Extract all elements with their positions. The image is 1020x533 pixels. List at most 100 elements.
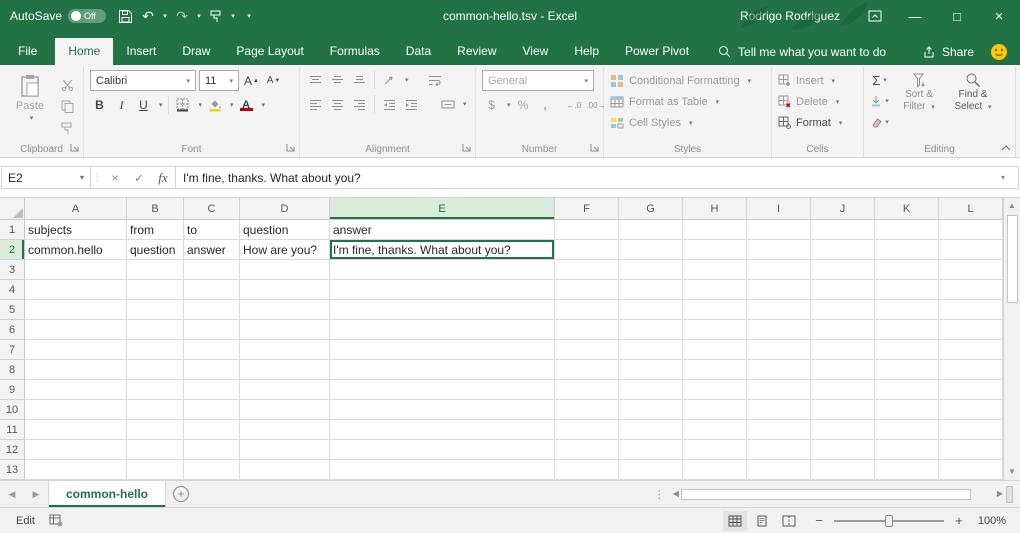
row-header-1[interactable]: 1	[0, 220, 25, 240]
horizontal-scrollbar-track[interactable]	[679, 488, 997, 501]
cell-J9[interactable]	[811, 380, 875, 400]
cell-K12[interactable]	[875, 440, 939, 460]
cell-H8[interactable]	[683, 360, 747, 380]
align-center-button[interactable]	[328, 94, 347, 114]
tab-power-pivot[interactable]: Power Pivot	[612, 38, 702, 65]
cell-J12[interactable]	[811, 440, 875, 460]
macro-record-button[interactable]	[49, 514, 63, 527]
cell-D12[interactable]	[240, 440, 330, 460]
cell-E3[interactable]	[330, 260, 555, 280]
column-header-I[interactable]: I	[747, 198, 811, 220]
delete-cells-button[interactable]: Delete ▾	[778, 91, 857, 112]
cell-G8[interactable]	[619, 360, 683, 380]
column-header-A[interactable]: A	[25, 198, 127, 220]
collapse-ribbon-button[interactable]	[1000, 144, 1012, 152]
cell-I2[interactable]	[747, 240, 811, 260]
cell-L10[interactable]	[939, 400, 1003, 420]
cell-L13[interactable]	[939, 460, 1003, 480]
cell-A13[interactable]	[25, 460, 127, 480]
tab-insert[interactable]: Insert	[113, 38, 169, 65]
sheet-nav-next-button[interactable]: ▶	[24, 489, 48, 500]
cell-C11[interactable]	[184, 420, 240, 440]
accounting-format-dropdown[interactable]: ▾	[507, 101, 511, 109]
horizontal-split-handle[interactable]	[1006, 486, 1013, 503]
find-select-button[interactable]: Find & Select ▾	[949, 70, 997, 132]
cell-J3[interactable]	[811, 260, 875, 280]
cell-J10[interactable]	[811, 400, 875, 420]
zoom-level-button[interactable]: 100%	[974, 515, 1006, 527]
share-button[interactable]: Share	[922, 45, 974, 59]
cell-K7[interactable]	[875, 340, 939, 360]
row-header-10[interactable]: 10	[0, 400, 25, 420]
underline-dropdown[interactable]: ▾	[159, 101, 163, 109]
user-name[interactable]: Rodrigo Rodriguez	[740, 9, 840, 23]
font-name-select[interactable]: Calibri ▾	[90, 70, 196, 91]
cell-F3[interactable]	[555, 260, 619, 280]
column-header-H[interactable]: H	[683, 198, 747, 220]
cell-K8[interactable]	[875, 360, 939, 380]
cell-C13[interactable]	[184, 460, 240, 480]
cell-I10[interactable]	[747, 400, 811, 420]
cell-C1[interactable]: to	[184, 220, 240, 240]
cell-C7[interactable]	[184, 340, 240, 360]
column-header-E[interactable]: E	[330, 198, 555, 220]
cell-L12[interactable]	[939, 440, 1003, 460]
cell-L4[interactable]	[939, 280, 1003, 300]
cell-G3[interactable]	[619, 260, 683, 280]
cell-E11[interactable]	[330, 420, 555, 440]
row-header-4[interactable]: 4	[0, 280, 25, 300]
cell-E8[interactable]	[330, 360, 555, 380]
cell-K10[interactable]	[875, 400, 939, 420]
cell-H1[interactable]	[683, 220, 747, 240]
cell-K13[interactable]	[875, 460, 939, 480]
formula-input[interactable]: I'm fine, thanks. What about you? ▾	[175, 166, 1019, 189]
font-size-select[interactable]: 11 ▾	[199, 70, 239, 91]
cell-E10[interactable]	[330, 400, 555, 420]
cell-F5[interactable]	[555, 300, 619, 320]
align-middle-button[interactable]	[328, 70, 347, 90]
horizontal-scrollbar-thumb[interactable]	[681, 489, 971, 500]
cell-C8[interactable]	[184, 360, 240, 380]
cell-J5[interactable]	[811, 300, 875, 320]
align-right-button[interactable]	[350, 94, 369, 114]
cell-G2[interactable]	[619, 240, 683, 260]
cell-I8[interactable]	[747, 360, 811, 380]
cell-F1[interactable]	[555, 220, 619, 240]
clear-button[interactable]: ▾	[870, 112, 889, 132]
insert-function-button[interactable]: fx	[151, 166, 175, 189]
cell-B12[interactable]	[127, 440, 184, 460]
cell-L6[interactable]	[939, 320, 1003, 340]
cell-J4[interactable]	[811, 280, 875, 300]
cell-G9[interactable]	[619, 380, 683, 400]
cell-H7[interactable]	[683, 340, 747, 360]
autosave-toggle[interactable]: AutoSave Off	[10, 9, 106, 23]
increase-font-size-button[interactable]: A▲	[242, 71, 261, 91]
scroll-up-arrow[interactable]: ▲	[1008, 201, 1016, 211]
cell-F12[interactable]	[555, 440, 619, 460]
cell-A9[interactable]	[25, 380, 127, 400]
cell-E1[interactable]: answer	[330, 220, 555, 240]
cell-A4[interactable]	[25, 280, 127, 300]
row-header-3[interactable]: 3	[0, 260, 25, 280]
cell-E4[interactable]	[330, 280, 555, 300]
column-header-L[interactable]: L	[939, 198, 1003, 220]
formula-bar-handle[interactable]: ⋮	[91, 166, 103, 189]
cell-I3[interactable]	[747, 260, 811, 280]
increase-decimal-button[interactable]: ←.0	[565, 95, 584, 115]
view-page-layout-button[interactable]	[750, 511, 774, 531]
cell-G1[interactable]	[619, 220, 683, 240]
cell-D4[interactable]	[240, 280, 330, 300]
cell-E7[interactable]	[330, 340, 555, 360]
cell-C2[interactable]: answer	[184, 240, 240, 260]
cell-G6[interactable]	[619, 320, 683, 340]
sort-filter-button[interactable]: Sort & Filter ▾	[895, 70, 943, 132]
customize-qat-button[interactable]: ▾	[245, 12, 253, 20]
cell-A5[interactable]	[25, 300, 127, 320]
font-color-dropdown[interactable]: ▾	[262, 101, 266, 109]
format-painter-button[interactable]	[58, 118, 77, 138]
horizontal-scrollbar[interactable]: ◀ ▶	[673, 486, 1016, 503]
zoom-slider-thumb[interactable]	[885, 515, 893, 527]
minimize-button[interactable]: —	[894, 0, 936, 32]
format-as-table-button[interactable]: Format as Table ▾	[610, 91, 765, 112]
cell-H3[interactable]	[683, 260, 747, 280]
